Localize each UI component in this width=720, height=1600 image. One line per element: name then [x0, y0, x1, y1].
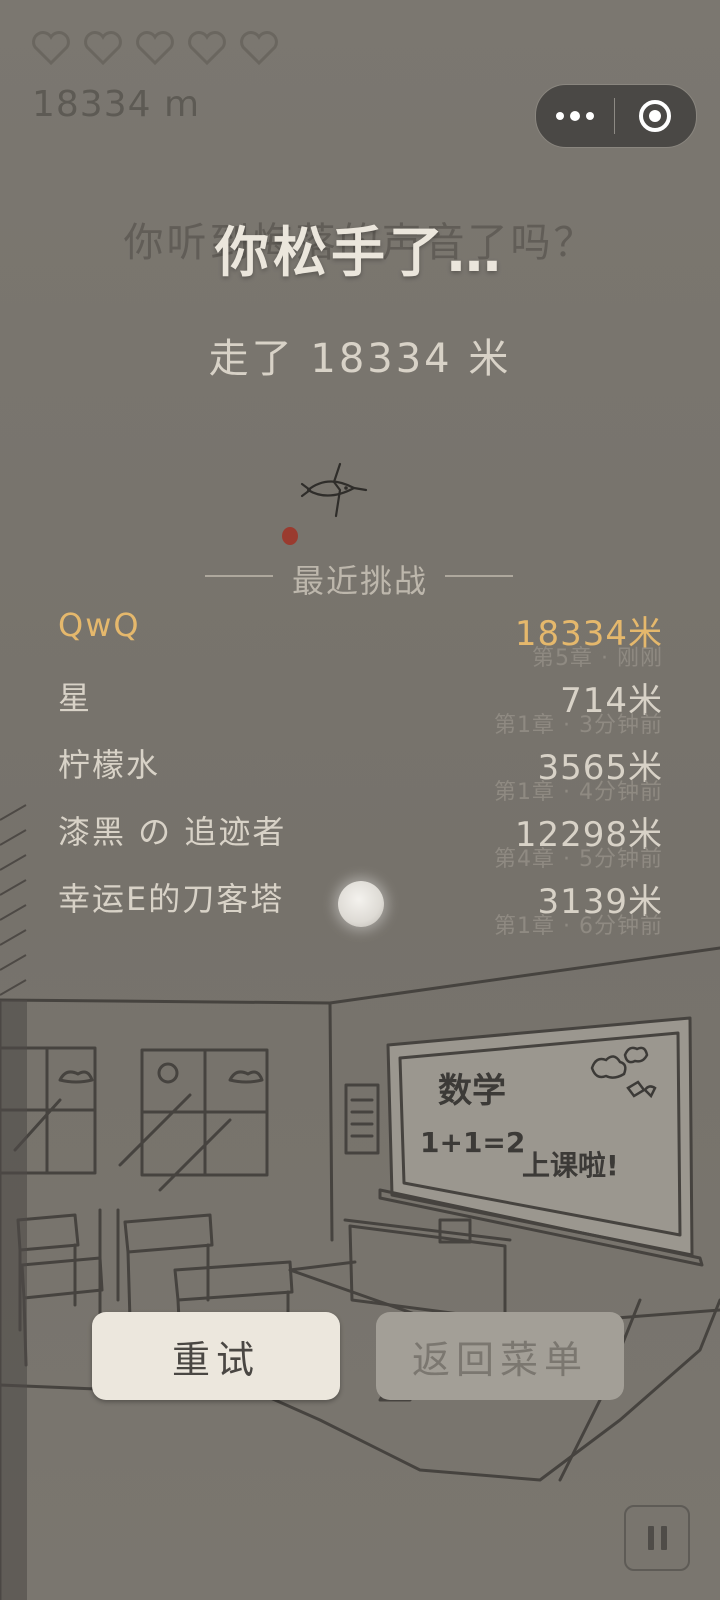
player-name: 幸运E的刀客塔 [58, 880, 285, 918]
back-to-menu-button[interactable]: 返回菜单 [376, 1312, 624, 1400]
board-equation: 1+1=2 [420, 1126, 525, 1159]
leaderboard-row: 星 714米 第1章 · 3分钟前 [58, 673, 663, 741]
blood-drop [282, 527, 298, 545]
player-name: 星 [58, 679, 93, 717]
heart-icon [84, 31, 122, 66]
player-meta: 第1章 · 6分钟前 [494, 914, 663, 939]
retry-button[interactable]: 重试 [92, 1312, 340, 1400]
player-name: 柠檬水 [58, 746, 161, 784]
distance-counter: 18334 m [32, 84, 201, 125]
miniprogram-capsule [535, 84, 697, 148]
glowing-orb [338, 881, 384, 927]
heart-icon [188, 31, 226, 66]
player-name: QwQ [58, 606, 141, 644]
leaderboard-row: 柠檬水 3565米 第1章 · 4分钟前 [58, 740, 663, 808]
walked-distance: 走了 18334 米 [208, 336, 512, 382]
heart-icon [240, 31, 278, 66]
board-subject: 数学 [438, 1071, 506, 1111]
lives-hearts [30, 30, 280, 66]
more-dots-icon[interactable] [536, 85, 614, 147]
player-meta: 第1章 · 4分钟前 [494, 780, 663, 805]
leaderboard-row: QwQ 18334米 第5章 · 刚刚 [58, 606, 663, 674]
title-line-right [445, 575, 513, 577]
bird-icon [300, 462, 368, 518]
player-meta: 第4章 · 5分钟前 [494, 847, 663, 872]
heart-icon [136, 31, 174, 66]
result-headline: 你松手了… [215, 221, 505, 284]
close-target-icon[interactable] [615, 85, 695, 147]
leaderboard-row: 漆黑 の 追迹者 12298米 第4章 · 5分钟前 [58, 807, 663, 875]
board-note: 上课啦! [522, 1149, 619, 1182]
player-meta: 第1章 · 3分钟前 [494, 713, 663, 738]
game-stage: 数学 1+1=2 上课啦! 18334 m 你听到悔落的声音了吗？ 你松手了… … [0, 0, 720, 1600]
heart-icon [32, 31, 70, 66]
recent-challenges-title: 最近挑战 [291, 562, 428, 600]
player-meta: 第5章 · 刚刚 [532, 646, 663, 671]
pause-icon[interactable] [624, 1505, 690, 1571]
player-name: 漆黑 の 追迹者 [58, 813, 287, 851]
